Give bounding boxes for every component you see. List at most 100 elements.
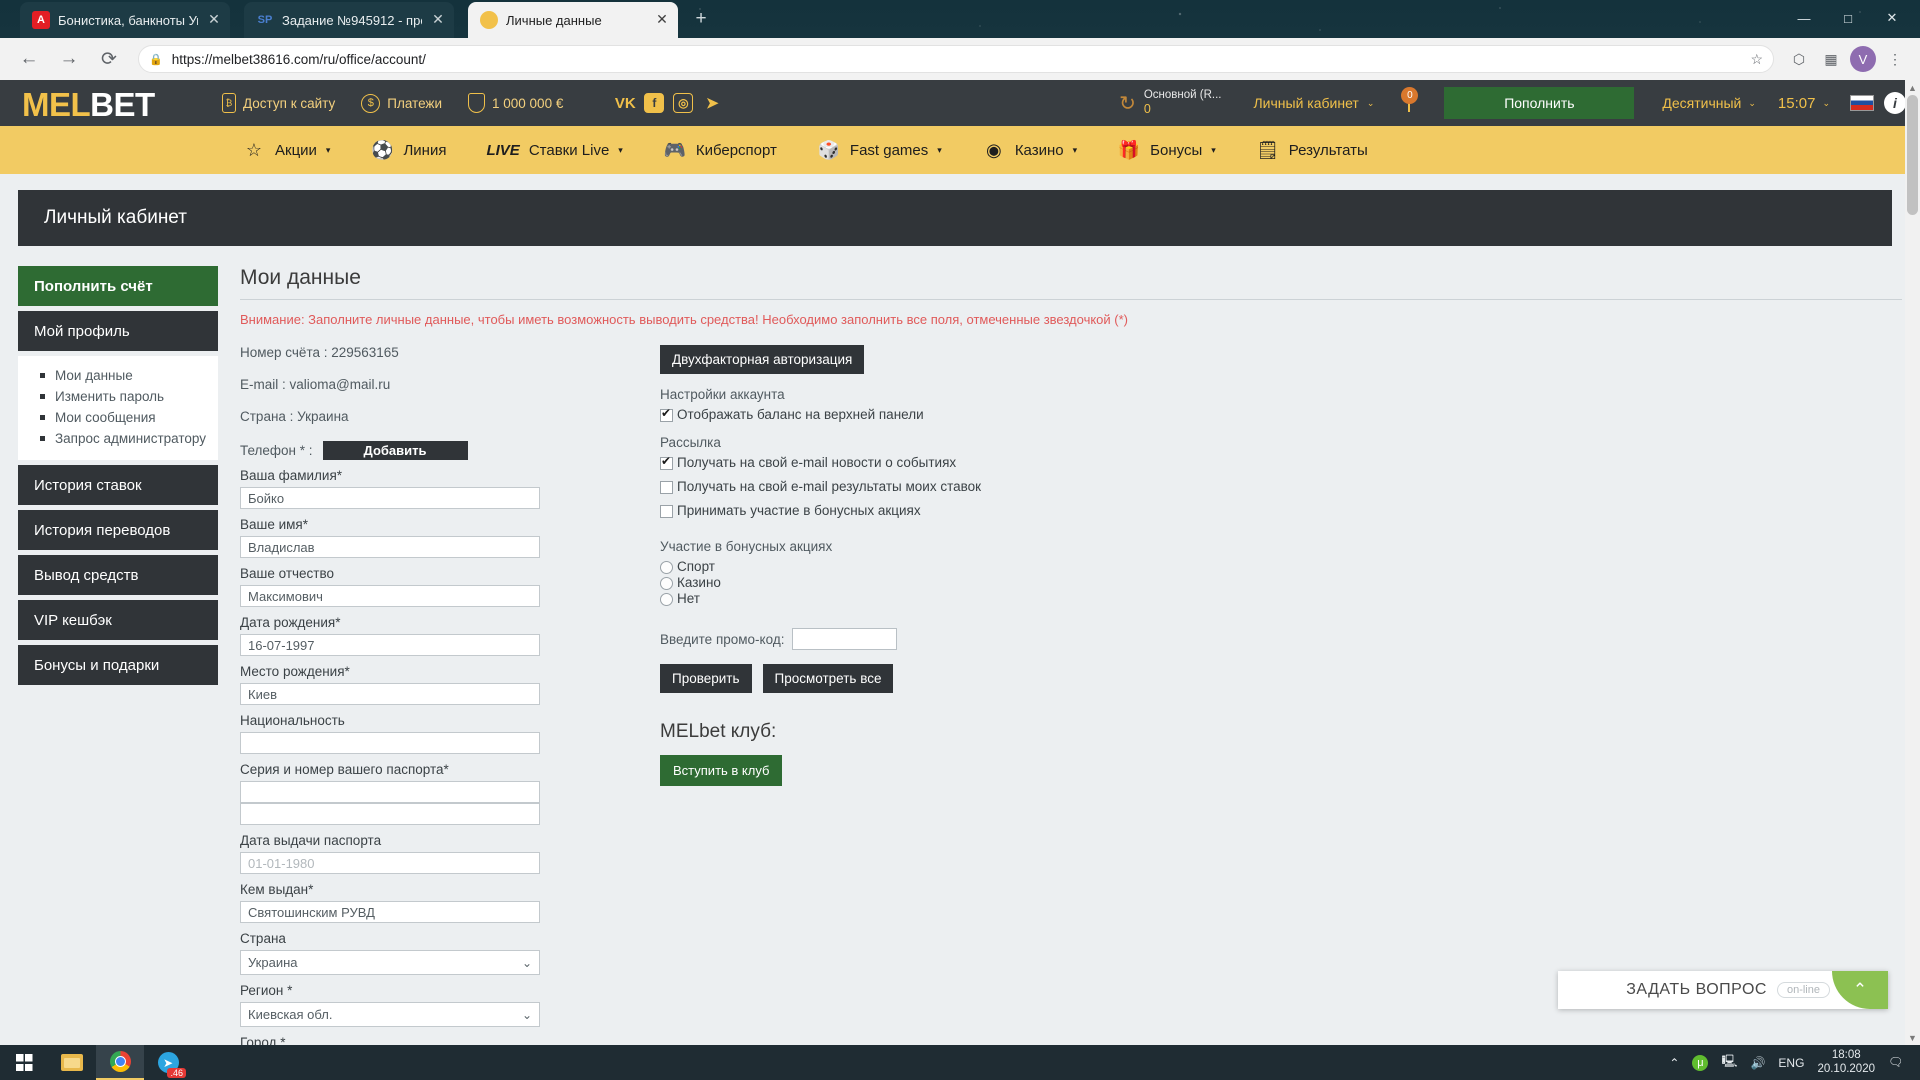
melbet-logo[interactable]: MELBET <box>22 86 187 164</box>
taskbar-chrome[interactable] <box>96 1045 144 1080</box>
telegram-icon[interactable]: ➤ <box>702 93 722 113</box>
tab-title: Бонистика, банкноты Украины <box>58 12 198 28</box>
checkbox-show-balance[interactable]: Отображать баланс на верхней панели <box>660 406 1902 422</box>
utorrent-icon[interactable]: μ <box>1692 1054 1709 1071</box>
maximize-button[interactable]: □ <box>1826 3 1870 33</box>
instagram-icon[interactable]: ◎ <box>673 93 694 113</box>
balance-widget[interactable]: ↻ Основной (R... 0 <box>1103 89 1237 117</box>
tab-close-icon[interactable]: ✕ <box>654 12 670 28</box>
taskbar-explorer[interactable] <box>48 1045 96 1080</box>
browser-tab-3[interactable]: Личные данные ✕ <box>468 2 678 38</box>
scroll-thumb[interactable] <box>1907 95 1918 215</box>
content-title: Мои данные <box>240 266 1902 300</box>
facebook-icon[interactable]: f <box>644 93 665 113</box>
add-phone-button[interactable]: Добавить <box>322 441 468 460</box>
address-bar[interactable]: 🔒 https://melbet38616.com/ru/office/acco… <box>138 45 1774 73</box>
forward-icon[interactable]: → <box>52 42 86 76</box>
select-region[interactable]: Киевская обл. ⌄ <box>240 1002 540 1027</box>
sidebar-item-change-password[interactable]: Изменить пароль <box>18 386 218 407</box>
view-all-promos-button[interactable]: Просмотреть все <box>762 664 894 693</box>
sidebar: Пополнить счёт Мой профиль Мои данные Из… <box>18 266 218 1045</box>
input-birthdate[interactable]: 16-07-1997 <box>240 634 540 656</box>
tab-close-icon[interactable]: ✕ <box>430 12 446 28</box>
back-icon[interactable]: ← <box>12 42 46 76</box>
language-indicator[interactable]: ENG <box>1778 1056 1804 1070</box>
scroll-up-button[interactable]: ▲ <box>1905 80 1920 95</box>
browser-tab-2[interactable]: SP Задание №945912 - просмотр ✕ <box>244 2 454 38</box>
page-scrollbar[interactable]: ▲ ▼ <box>1905 80 1920 1045</box>
network-icon[interactable]: 🖳 <box>1721 1052 1737 1073</box>
input-birthplace[interactable]: Киев <box>240 683 540 705</box>
browser-tab-1[interactable]: A Бонистика, банкноты Украины ✕ <box>20 2 230 38</box>
extension-icon-1[interactable]: ⬡ <box>1786 46 1812 72</box>
join-club-button[interactable]: Вступить в клуб <box>660 755 783 786</box>
new-tab-button[interactable]: + <box>690 9 712 31</box>
input-issued-by[interactable]: Святошинским РУВД <box>240 901 540 923</box>
input-patronymic[interactable]: Максимович <box>240 585 540 607</box>
deposit-button[interactable]: Пополнить <box>1444 87 1635 119</box>
checkbox-icon[interactable] <box>660 406 673 422</box>
sidebar-item-bet-history[interactable]: История ставок <box>18 465 218 505</box>
account-menu[interactable]: Личный кабинет ⌄ <box>1237 95 1390 111</box>
input-passport-series[interactable] <box>240 781 540 803</box>
browser-menu-icon[interactable]: ⋮ <box>1882 46 1908 72</box>
odds-format-selector[interactable]: Десятичный ⌄ <box>1650 95 1768 111</box>
checkbox-icon[interactable] <box>660 454 673 470</box>
reload-icon[interactable]: ⟳ <box>92 42 126 76</box>
payments-link[interactable]: $ Платежи <box>361 93 442 113</box>
volume-icon[interactable]: 🔊 <box>1750 1056 1765 1070</box>
radio-icon[interactable] <box>660 561 673 574</box>
input-passport-number[interactable] <box>240 803 540 825</box>
two-factor-auth-button[interactable]: Двухфакторная авторизация <box>660 345 865 374</box>
vk-icon[interactable]: VK <box>615 93 636 113</box>
radio-none[interactable]: Нет <box>660 591 1902 606</box>
chat-widget[interactable]: ЗАДАТЬ ВОПРОС on-line ⌃ <box>1558 971 1888 1009</box>
close-window-button[interactable]: ✕ <box>1870 3 1914 33</box>
radio-sport[interactable]: Спорт <box>660 559 1902 574</box>
input-passport-issue-date[interactable]: 01-01-1980 <box>240 852 540 874</box>
sidebar-item-my-messages[interactable]: Мои сообщения <box>18 407 218 428</box>
jackpot-link[interactable]: 1 000 000 € <box>468 93 563 113</box>
tab-close-icon[interactable]: ✕ <box>206 12 222 28</box>
checkbox-bonus-participation[interactable]: Принимать участие в бонусных акциях <box>660 503 1902 518</box>
taskbar-telegram[interactable]: ➤ .46 <box>144 1045 192 1080</box>
start-button[interactable] <box>0 1045 48 1080</box>
sidebar-item-bonuses-gifts[interactable]: Бонусы и подарки <box>18 645 218 685</box>
sidebar-deposit-button[interactable]: Пополнить счёт <box>18 266 218 306</box>
select-country[interactable]: Украина ⌄ <box>240 950 540 975</box>
extension-icon-2[interactable]: ▦ <box>1818 46 1844 72</box>
chat-expand-icon[interactable]: ⌃ <box>1832 971 1888 1009</box>
radio-icon[interactable] <box>660 593 673 606</box>
select-region-value: Киевская обл. <box>248 1007 333 1022</box>
checkbox-email-bet-results[interactable]: Получать на свой e-mail результаты моих … <box>660 479 1902 494</box>
sidebar-item-withdraw[interactable]: Вывод средств <box>18 555 218 595</box>
sidebar-item-profile[interactable]: Мой профиль <box>18 311 218 351</box>
notification-center-icon[interactable]: 🗨 <box>1888 1055 1906 1071</box>
checkbox-email-news[interactable]: Получать на свой e-mail новости о событи… <box>660 454 1902 470</box>
checkbox-icon[interactable] <box>660 505 673 518</box>
sidebar-item-transfer-history[interactable]: История переводов <box>18 510 218 550</box>
profile-avatar[interactable]: V <box>1850 46 1876 72</box>
bookmark-star-icon[interactable]: ☆ <box>1750 51 1763 68</box>
minimize-button[interactable]: — <box>1782 3 1826 33</box>
sidebar-item-vip-cashback[interactable]: VIP кешбэк <box>18 600 218 640</box>
scroll-down-button[interactable]: ▼ <box>1905 1030 1920 1045</box>
tray-expand-icon[interactable]: ⌃ <box>1669 1056 1679 1070</box>
radio-icon[interactable] <box>660 577 673 590</box>
input-nationality[interactable] <box>240 732 540 754</box>
refresh-icon[interactable]: ↻ <box>1119 91 1136 116</box>
info-icon[interactable]: i <box>1884 92 1906 114</box>
site-access-link[interactable]: ₿ Доступ к сайту <box>222 93 335 113</box>
site-clock[interactable]: 15:07 ⌄ <box>1768 95 1840 112</box>
input-firstname[interactable]: Владислав <box>240 536 540 558</box>
promo-code-input[interactable] <box>792 628 898 650</box>
check-promo-button[interactable]: Проверить <box>660 664 752 693</box>
messages-button[interactable]: 0 <box>1390 87 1428 112</box>
radio-casino[interactable]: Казино <box>660 575 1902 590</box>
input-surname[interactable]: Бойко <box>240 487 540 509</box>
sidebar-item-my-data[interactable]: Мои данные <box>18 365 218 386</box>
taskbar-clock[interactable]: 18:08 20.10.2020 <box>1817 1049 1875 1077</box>
checkbox-icon[interactable] <box>660 481 673 494</box>
sidebar-item-admin-request[interactable]: Запрос администратору <box>18 428 218 449</box>
language-flag-icon[interactable] <box>1850 95 1874 111</box>
